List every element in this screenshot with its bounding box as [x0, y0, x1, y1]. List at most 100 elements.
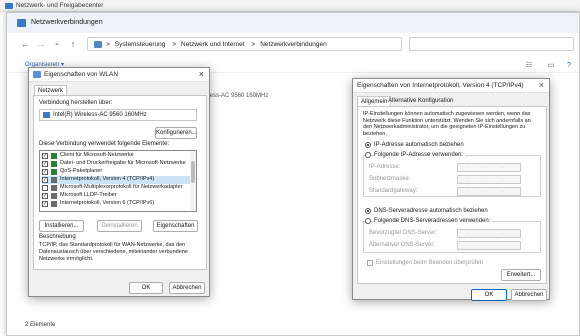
protocol-icon: [51, 201, 57, 207]
ip-address-field[interactable]: . . .: [457, 163, 521, 172]
validate-checkbox[interactable]: [367, 260, 373, 266]
wlan-dialog-title: Eigenschaften von WLAN: [44, 71, 119, 78]
breadcrumb-netzwerkverbindungen[interactable]: Netzwerkverbindungen: [260, 41, 326, 48]
components-scrollbar[interactable]: [190, 151, 196, 211]
ip-manual-label: Folgende IP-Adresse verwenden:: [374, 152, 466, 158]
adapter-name: Intel(R) Wireless-AC 9560 160MHz: [53, 112, 147, 118]
status-item-count: 2 Elemente: [25, 322, 56, 328]
subnet-field[interactable]: . . .: [457, 175, 521, 184]
chevron-down-icon[interactable]: ⌄: [51, 38, 63, 50]
preview-pane-icon[interactable]: ▭: [547, 62, 555, 70]
components-list[interactable]: ✓ Client für Microsoft-Netzwerke ✓ Datei…: [39, 150, 197, 212]
description-title: Beschreibung: [39, 234, 76, 240]
help-icon[interactable]: ?: [565, 62, 573, 70]
dns-alternate-field[interactable]: . . .: [457, 241, 521, 250]
view-options-icon[interactable]: ☷: [525, 62, 533, 70]
component-label: Client für Microsoft-Netzwerke: [60, 152, 134, 158]
cancel-button[interactable]: Abbrechen: [511, 289, 547, 301]
ok-button[interactable]: OK: [471, 289, 507, 301]
breadcrumb-systemsteuerung[interactable]: Systemsteuerung: [115, 41, 166, 48]
checkbox[interactable]: ✓: [42, 161, 48, 167]
cancel-button[interactable]: Abbrechen: [169, 282, 205, 294]
configure-button[interactable]: Konfigurieren...: [155, 127, 197, 139]
subnet-label: Subnetzmaske:: [369, 176, 411, 182]
checkbox[interactable]: ✓: [42, 177, 48, 183]
network-adapter-icon: [43, 112, 50, 118]
network-adapter-icon: [33, 71, 41, 78]
wlan-dialog-titlebar: Eigenschaften von WLAN ×: [29, 68, 209, 82]
component-label: Datei- und Druckerfreigabe für Microsoft…: [60, 160, 186, 166]
components-label: Diese Verbindung verwendet folgende Elem…: [39, 141, 170, 147]
network-client-icon: [51, 153, 57, 159]
checkbox[interactable]: ✓: [42, 153, 48, 159]
background-window-titlebar: Netzwerk- und Freigabecenter: [0, 0, 580, 12]
close-icon[interactable]: ×: [199, 69, 204, 79]
dns-preferred-label: Bevorzugter DNS-Server:: [369, 230, 438, 236]
component-label: Internetprotokoll, Version 4 (TCP/IPv4): [60, 176, 155, 182]
breadcrumb-separator: >: [106, 41, 110, 48]
ipv4-intro-text: IP-Einstellungen können automatisch zuge…: [363, 111, 531, 137]
ok-button[interactable]: OK: [129, 282, 163, 294]
background-window-title: Netzwerk- und Freigabecenter: [16, 2, 104, 9]
up-arrow-icon[interactable]: ↑: [67, 38, 79, 50]
properties-button[interactable]: Eigenschaften: [153, 220, 198, 232]
address-bar[interactable]: > Systemsteuerung > Netzwerk und Internet …: [87, 37, 402, 51]
list-item[interactable]: Microsoft-Multiplexorprotokoll für Netzw…: [42, 184, 190, 192]
breadcrumb-separator: >: [172, 41, 176, 48]
ipv4-properties-dialog: Eigenschaften von Internetprotokoll, Ver…: [352, 78, 550, 301]
dns-manual-radio[interactable]: [365, 218, 371, 224]
ip-address-label: IP-Adresse:: [369, 164, 401, 170]
component-label: Internetprotokoll, Version 6 (TCP/IPv6): [60, 200, 155, 206]
install-button[interactable]: Installieren...: [39, 220, 84, 232]
list-item[interactable]: ✓ Internetprotokoll, Version 4 (TCP/IPv4…: [42, 176, 190, 184]
description-group: Beschreibung TCP/IP, das Standardprotoko…: [39, 234, 201, 268]
checkbox[interactable]: ✓: [42, 193, 48, 199]
control-panel-icon: [94, 41, 102, 48]
gateway-label: Standardgateway:: [369, 188, 418, 194]
back-arrow-icon[interactable]: ←: [19, 38, 31, 50]
checkbox[interactable]: ✓: [42, 169, 48, 175]
file-sharing-icon: [51, 161, 57, 167]
ip-manual-radio[interactable]: [365, 152, 371, 158]
breadcrumb-netzwerk-internet[interactable]: Netzwerk und Internet: [181, 41, 245, 48]
address-row: ← → ⌄ ↑ > Systemsteuerung > Netzwerk und I…: [7, 35, 579, 53]
list-item[interactable]: ✓ Microsoft LLDP-Treiber: [42, 192, 190, 200]
gateway-field[interactable]: . . .: [457, 187, 521, 196]
list-item[interactable]: ✓ Datei- und Druckerfreigabe für Microso…: [42, 160, 190, 168]
qos-icon: [51, 169, 57, 175]
ip-auto-label: IP-Adresse automatisch beziehen: [374, 142, 464, 148]
dns-alternate-label: Alternativer DNS-Server:: [369, 242, 436, 248]
wlan-properties-dialog: Eigenschaften von WLAN × Netzwerk Verbin…: [28, 67, 210, 297]
ip-auto-radio[interactable]: [365, 142, 371, 148]
network-connections-icon: [17, 19, 26, 27]
list-item[interactable]: ✓ QoS-Paketplaner: [42, 168, 190, 176]
dns-auto-radio[interactable]: [365, 208, 371, 214]
explorer-tabbar: Netzwerkverbindungen: [7, 13, 579, 33]
search-input[interactable]: [409, 37, 574, 51]
advanced-button[interactable]: Erweitert...: [501, 269, 541, 281]
checkbox[interactable]: ✓: [42, 201, 48, 207]
checkbox[interactable]: [42, 185, 48, 191]
scrollbar-thumb[interactable]: [191, 161, 195, 183]
dns-manual-label: Folgende DNS-Serveradressen verwenden:: [374, 218, 493, 224]
validate-label: Einstellungen beim Beenden überprüfen: [376, 260, 484, 266]
adapter-description: eless-AC 9560 160MHz: [205, 93, 269, 99]
close-icon[interactable]: ×: [539, 80, 544, 90]
component-label: Microsoft-Multiplexorprotokoll für Netzw…: [60, 184, 183, 190]
list-item[interactable]: ✓ Internetprotokoll, Version 6 (TCP/IPv6…: [42, 200, 190, 208]
protocol-icon: [51, 185, 57, 191]
forward-arrow-icon[interactable]: →: [35, 38, 47, 50]
adapter-name-box: Intel(R) Wireless-AC 9560 160MHz: [39, 109, 197, 121]
breadcrumb: > Systemsteuerung > Netzwerk und Internet …: [106, 41, 332, 48]
uninstall-button[interactable]: Deinstallieren: [97, 220, 142, 232]
description-text: TCP/IP, das Standardprotokoll für WAN-Ne…: [39, 242, 188, 262]
ipv4-dialog-title: Eigenschaften von Internetprotokoll, Ver…: [357, 82, 524, 89]
component-label: QoS-Paketplaner: [60, 168, 103, 174]
dns-preferred-field[interactable]: . . .: [457, 229, 521, 238]
list-item[interactable]: ✓ Client für Microsoft-Netzwerke: [42, 152, 190, 160]
breadcrumb-separator: >: [251, 41, 256, 48]
network-center-icon: [5, 3, 13, 9]
component-label: Microsoft LLDP-Treiber: [60, 192, 117, 198]
protocol-icon: [51, 177, 57, 183]
explorer-window-title: Netzwerkverbindungen: [31, 19, 103, 26]
